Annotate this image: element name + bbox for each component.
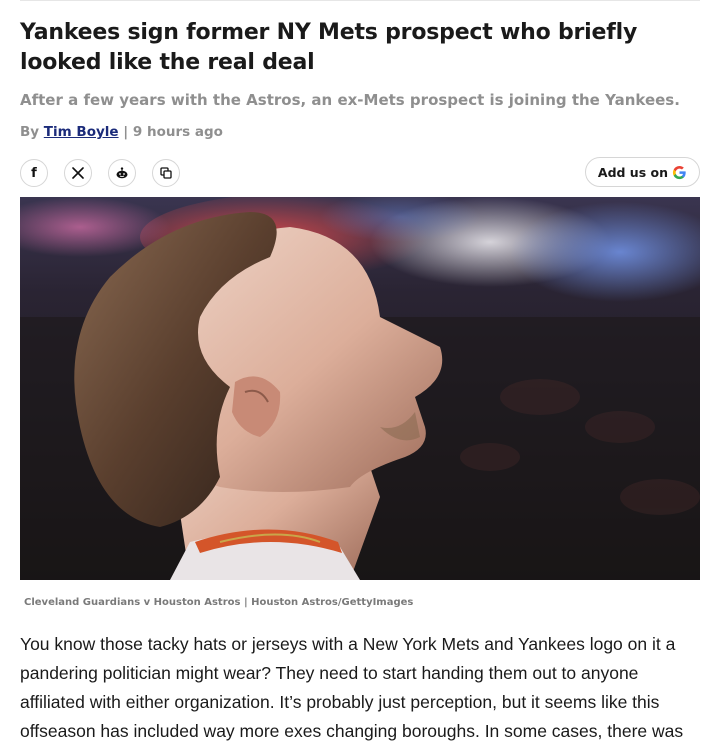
article-subheadline: After a few years with the Astros, an ex…	[20, 91, 680, 109]
player-photo	[20, 197, 700, 580]
facebook-icon: f	[31, 165, 37, 181]
publish-time: 9 hours ago	[132, 124, 223, 140]
add-us-on-google-button[interactable]: Add us on	[584, 157, 700, 187]
share-x-button[interactable]	[64, 159, 92, 187]
byline: By Tim Boyle | 9 hours ago	[20, 123, 700, 141]
article-body-paragraph: You know those tacky hats or jerseys wit…	[20, 634, 684, 741]
byline-separator: |	[123, 124, 129, 140]
copy-link-button[interactable]	[152, 159, 180, 187]
article-header: Yankees sign former NY Mets prospect who…	[20, 0, 700, 189]
copy-link-icon	[160, 167, 172, 179]
article-headline: Yankees sign former NY Mets prospect who…	[20, 20, 638, 75]
share-facebook-button[interactable]: f	[20, 159, 48, 187]
byline-prefix: By	[20, 124, 40, 140]
hero-image	[20, 197, 700, 580]
reddit-icon	[116, 167, 128, 179]
add-us-label: Add us on	[597, 164, 668, 180]
image-caption: Cleveland Guardians v Houston Astros | H…	[24, 597, 414, 608]
x-icon	[72, 167, 84, 179]
share-bar: f Add us on	[20, 157, 700, 189]
author-link[interactable]: Tim Boyle	[44, 124, 119, 140]
google-icon	[672, 165, 686, 179]
share-reddit-button[interactable]	[108, 159, 136, 187]
